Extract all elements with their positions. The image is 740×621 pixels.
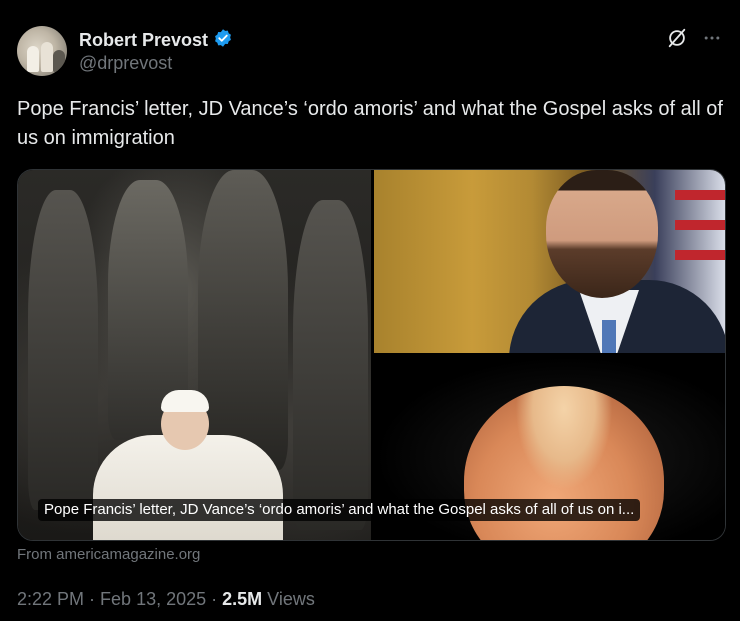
grok-icon[interactable]	[666, 27, 688, 54]
post-meta: 2:22 PM · Feb 13, 2025 · 2.5M Views	[17, 589, 315, 610]
views-label: Views	[262, 589, 315, 609]
avatar-figure	[27, 46, 39, 72]
pope-zucchetto	[161, 390, 209, 412]
author-avatar[interactable]	[17, 26, 67, 76]
avatar-figure	[53, 50, 65, 72]
meta-separator: ·	[206, 589, 223, 609]
card-image-pope-francis	[18, 170, 371, 540]
author-name-row: Robert Prevost	[79, 28, 233, 53]
card-image-vance	[374, 170, 725, 353]
tweet-text: Pope Francis’ letter, JD Vance’s ‘ordo a…	[17, 98, 723, 149]
views-count[interactable]: 2.5M	[222, 589, 262, 609]
statue-figure	[198, 170, 288, 470]
statue-figure	[28, 190, 98, 510]
verified-badge-icon[interactable]	[213, 28, 233, 53]
card-source[interactable]: From americamagazine.org	[17, 546, 200, 563]
flag-stripe	[675, 190, 725, 200]
card-caption: Pope Francis’ letter, JD Vance’s ‘ordo a…	[38, 499, 641, 521]
pope-figure	[93, 435, 283, 540]
meta-separator: ·	[84, 589, 101, 609]
post-time[interactable]: 2:22 PM	[17, 589, 84, 609]
avatar-figure	[41, 42, 53, 72]
statue-figure	[293, 200, 368, 530]
link-preview-card[interactable]: Pope Francis’ letter, JD Vance’s ‘ordo a…	[17, 169, 726, 541]
author-handle[interactable]: @drprevost	[79, 53, 172, 74]
post-actions	[666, 27, 722, 54]
vance-head	[546, 170, 658, 298]
author-display-name[interactable]: Robert Prevost	[79, 30, 208, 51]
post-date[interactable]: Feb 13, 2025	[100, 589, 206, 609]
vance-tie	[602, 320, 616, 353]
flag-stripe	[675, 250, 725, 260]
flag-stripe	[675, 220, 725, 230]
more-options-icon[interactable]	[702, 28, 722, 53]
